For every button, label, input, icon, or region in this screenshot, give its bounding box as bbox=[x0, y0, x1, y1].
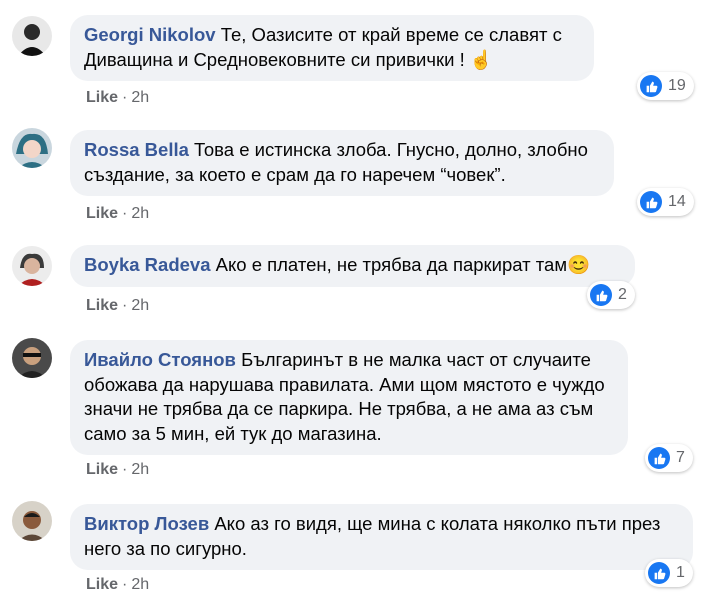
author-name[interactable]: Ивайло Стоянов bbox=[84, 349, 236, 370]
author-name[interactable]: Rossa Bella bbox=[84, 139, 189, 160]
timestamp[interactable]: 2h bbox=[131, 205, 149, 222]
thumbs-up-icon bbox=[640, 75, 662, 97]
author-name[interactable]: Виктор Лозев bbox=[84, 513, 209, 534]
pointing-up-emoji: ☝️ bbox=[469, 48, 493, 70]
reaction-count[interactable]: 1 bbox=[645, 559, 693, 587]
comment-bubble: Georgi Nikolov Те, Оазисите от край врем… bbox=[70, 15, 594, 81]
comment-actions: Like · 2h bbox=[86, 205, 150, 222]
like-link[interactable]: Like bbox=[86, 576, 118, 593]
comment-actions: Like · 2h bbox=[86, 576, 150, 593]
avatar[interactable] bbox=[12, 501, 52, 541]
avatar[interactable] bbox=[12, 16, 52, 56]
author-name[interactable]: Boyka Radeva bbox=[84, 254, 210, 275]
like-link[interactable]: Like bbox=[86, 297, 118, 314]
timestamp[interactable]: 2h bbox=[131, 89, 149, 106]
thumbs-up-icon bbox=[640, 191, 662, 213]
timestamp[interactable]: 2h bbox=[131, 297, 149, 314]
comment-actions: Like · 2h bbox=[86, 89, 150, 106]
avatar[interactable] bbox=[12, 246, 52, 286]
timestamp[interactable]: 2h bbox=[131, 576, 149, 593]
comment-bubble: Boyka Radeva Ако е платен, не трябва да … bbox=[70, 245, 635, 287]
comment-bubble: Rossa Bella Това е истинска злоба. Гнусн… bbox=[70, 130, 614, 196]
like-link[interactable]: Like bbox=[86, 89, 118, 106]
reaction-count[interactable]: 14 bbox=[637, 188, 694, 216]
author-name[interactable]: Georgi Nikolov bbox=[84, 24, 216, 45]
avatar[interactable] bbox=[12, 338, 52, 378]
comment-text: Ако е платен, не трябва да паркират там bbox=[215, 254, 568, 275]
reaction-count[interactable]: 2 bbox=[587, 281, 635, 309]
thumbs-up-icon bbox=[590, 284, 612, 306]
reaction-count[interactable]: 7 bbox=[645, 444, 693, 472]
thumbs-up-icon bbox=[648, 447, 670, 469]
avatar[interactable] bbox=[12, 128, 52, 168]
comment-actions: Like · 2h bbox=[86, 461, 150, 478]
smiling-emoji: 😊 bbox=[567, 254, 591, 275]
comment-bubble: Ивайло Стоянов Българинът в не малка час… bbox=[70, 340, 628, 455]
comment-bubble: Виктор Лозев Ако аз го видя, ще мина с к… bbox=[70, 504, 693, 570]
thumbs-up-icon bbox=[648, 562, 670, 584]
like-link[interactable]: Like bbox=[86, 205, 118, 222]
comment-actions: Like · 2h bbox=[86, 297, 150, 314]
timestamp[interactable]: 2h bbox=[131, 461, 149, 478]
reaction-count[interactable]: 19 bbox=[637, 72, 694, 100]
like-link[interactable]: Like bbox=[86, 461, 118, 478]
